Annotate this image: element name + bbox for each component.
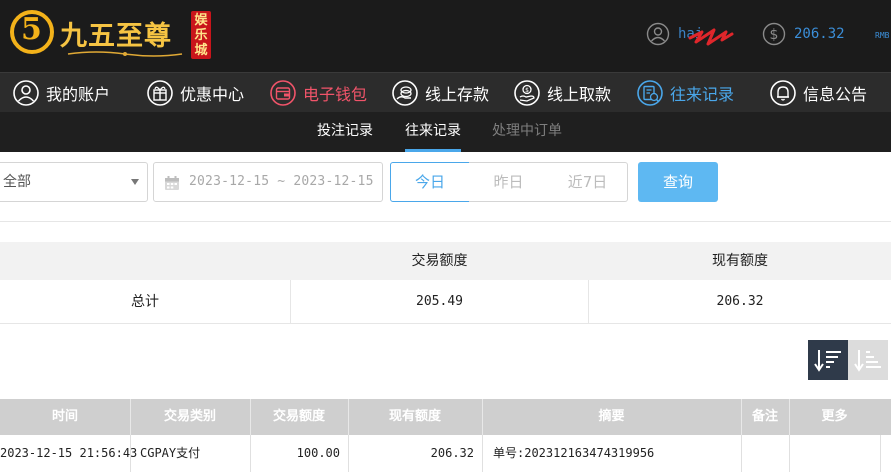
cell-amount: 100.00 (296, 446, 340, 460)
summary-current-amount: 206.32 (716, 294, 764, 309)
sort-descending-button[interactable] (808, 340, 848, 380)
col-header-time: 时间 (51, 409, 78, 424)
date-range-value: 2023-12-15 ~ 2023-12-15 (189, 174, 374, 189)
quick-today-button[interactable]: 今日 (390, 162, 470, 202)
dollar-icon: $ (762, 22, 786, 46)
nav-e-wallet[interactable]: 电子钱包 (269, 73, 367, 113)
sort-asc-icon (854, 350, 881, 372)
cell-note (741, 435, 789, 472)
col-header-summary: 摘要 (598, 409, 625, 424)
transaction-type-select[interactable]: 全部 (0, 162, 148, 202)
nav-label: 优惠中心 (180, 85, 245, 104)
logo-badge: 娱乐城 (191, 11, 211, 59)
records-header: 时间 交易类别 交易额度 现有额度 摘要 备注 更多 (0, 399, 891, 435)
nav-label: 我的账户 (46, 85, 111, 104)
date-range-input[interactable]: 2023-12-15 ~ 2023-12-15 (153, 162, 383, 202)
col-header-type: 交易类别 (163, 409, 216, 424)
top-header: 5 九五至尊 娱乐城 hai $ 206.32 RMB (0, 0, 891, 72)
cell-divider (482, 435, 483, 472)
wallet-icon (270, 80, 296, 106)
query-button[interactable]: 查询 (638, 162, 718, 202)
nav-transaction-records[interactable]: 往来记录 (636, 73, 734, 113)
cell-time: 2023-12-15 21:56:43 (0, 446, 138, 460)
select-value: 全部 (3, 174, 31, 190)
nav-online-withdraw[interactable]: $ 线上取款 (513, 73, 611, 113)
section-divider (0, 221, 891, 222)
nav-label: 电子钱包 (303, 85, 368, 104)
table-row: 2023-12-15 21:56:43 CGPAY支付 100.00 206.3… (0, 435, 891, 472)
cell-divider (130, 435, 131, 472)
nav-online-deposit[interactable]: 线上存款 (391, 73, 489, 113)
summary-header-trade: 交易额度 (411, 253, 468, 269)
gift-icon (147, 80, 173, 106)
quick-yesterday-button[interactable]: 昨日 (469, 162, 549, 202)
nav-label: 往来记录 (670, 85, 735, 104)
cell-summary: 单号:202312163474319956 (493, 446, 655, 460)
logo-title: 九五至尊 (60, 21, 172, 52)
site-logo[interactable]: 5 九五至尊 娱乐城 (10, 8, 215, 64)
tab-pending-orders[interactable]: 处理中订单 (492, 112, 562, 152)
user-circle-icon (13, 80, 39, 106)
balance-unit: RMB (875, 31, 890, 40)
cell-balance: 206.32 (430, 446, 474, 460)
tab-bet-records[interactable]: 投注记录 (317, 112, 373, 152)
user-icon (646, 22, 670, 46)
records-icon (637, 80, 663, 106)
col-header-amount: 交易额度 (272, 409, 325, 424)
deposit-icon (392, 80, 418, 106)
summary-total-row: 总计 205.49 206.32 (0, 280, 891, 324)
nav-label: 线上存款 (425, 85, 490, 104)
nav-my-account[interactable]: 我的账户 (12, 73, 110, 113)
sort-desc-icon (814, 350, 841, 372)
redaction-scribble (688, 28, 734, 46)
cell-more[interactable] (789, 435, 880, 472)
bell-icon (770, 80, 796, 106)
main-nav: 我的账户 优惠中心 电子钱包 线上存款 $ 线上取款 往来记录 信息公告 (0, 72, 891, 112)
nav-promotions[interactable]: 优惠中心 (146, 73, 244, 113)
summary-header: 交易额度 现有额度 (0, 242, 891, 280)
calendar-icon (165, 176, 179, 190)
logo-number: 5 (21, 12, 42, 47)
nav-announcements[interactable]: 信息公告 (769, 73, 867, 113)
cell-type: CGPAY支付 (140, 446, 201, 460)
quick-7days-button[interactable]: 近7日 (548, 162, 628, 202)
svg-text:$: $ (770, 27, 779, 43)
nav-label: 信息公告 (803, 85, 868, 104)
withdraw-icon: $ (514, 80, 540, 106)
balance-value: 206.32 (794, 26, 845, 42)
tab-transaction-records[interactable]: 往来记录 (405, 112, 461, 152)
svg-text:$: $ (525, 87, 529, 94)
sub-nav: 投注记录 往来记录 处理中订单 (0, 112, 891, 152)
logo-ornament-icon (67, 51, 183, 57)
sort-ascending-button[interactable] (848, 340, 888, 380)
nav-label: 线上取款 (547, 85, 612, 104)
col-header-balance: 现有额度 (388, 409, 441, 424)
cell-divider (880, 435, 881, 472)
summary-total-label: 总计 (131, 294, 159, 310)
col-header-note: 备注 (751, 409, 778, 424)
summary-trade-amount: 205.49 (416, 294, 463, 309)
summary-header-current: 现有额度 (712, 253, 768, 269)
caret-down-icon (131, 179, 139, 185)
col-header-more: 更多 (821, 409, 848, 424)
